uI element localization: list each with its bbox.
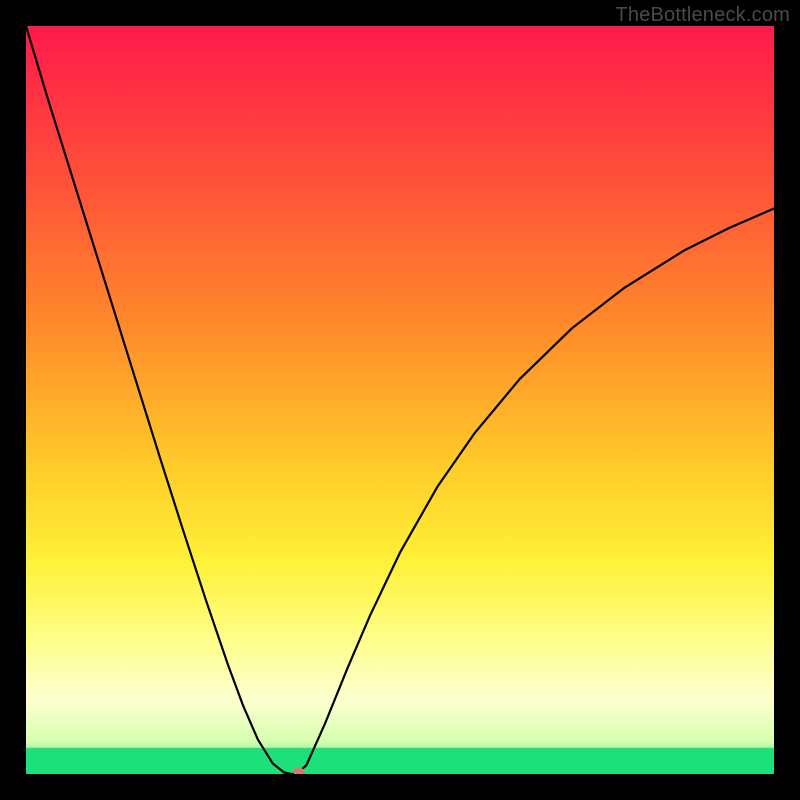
chart-frame: TheBottleneck.com xyxy=(0,0,800,800)
green-bottom-band xyxy=(26,748,774,774)
plot-area xyxy=(26,26,774,774)
chart-svg xyxy=(26,26,774,774)
gradient-background xyxy=(26,26,774,774)
watermark-text: TheBottleneck.com xyxy=(615,4,790,27)
